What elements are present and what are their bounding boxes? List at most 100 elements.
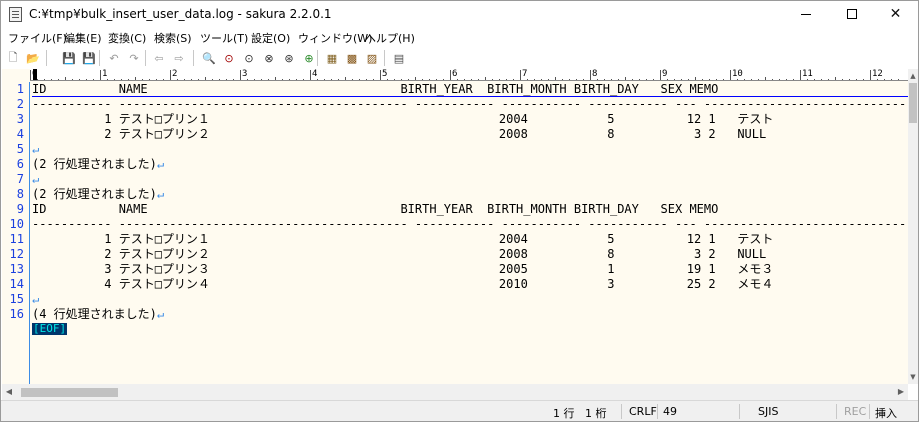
scroll-left-icon[interactable]: ◀: [2, 384, 16, 400]
save-icon[interactable]: 💾: [61, 50, 77, 66]
ruler-tick: [513, 69, 520, 80]
scroll-right-icon[interactable]: ▶: [894, 384, 908, 400]
text-line[interactable]: ↵: [32, 292, 39, 307]
text-area[interactable]: ID NAME BIRTH_YEAR BIRTH_MONTH BIRTH_DAY…: [32, 82, 908, 384]
line-text: (4 行処理されました): [32, 307, 157, 321]
status-insert-mode[interactable]: 挿入: [875, 405, 897, 421]
text-line[interactable]: 3 テスト□プリン３ 2005 1 19 1 メモ３: [32, 262, 773, 277]
close-button[interactable]: ✕: [873, 1, 918, 28]
maximize-button[interactable]: [829, 1, 874, 28]
replace-icon[interactable]: ⊗: [261, 50, 277, 66]
ruler-tick: [583, 69, 590, 80]
scroll-down-icon[interactable]: ▼: [908, 370, 918, 384]
line-number[interactable]: 5: [2, 142, 24, 157]
search-next-icon[interactable]: ⊙: [221, 50, 237, 66]
menu-settings[interactable]: 設定(O): [251, 30, 290, 46]
line-number[interactable]: 13: [2, 262, 24, 277]
text-line[interactable]: (4 行処理されました)↵: [32, 307, 164, 322]
line-number[interactable]: 4: [2, 127, 24, 142]
menu-convert[interactable]: 変換(C): [108, 30, 146, 46]
vertical-scroll-thumb[interactable]: [909, 83, 917, 123]
ruler-tick: [863, 69, 870, 80]
search-prev-icon[interactable]: ⊙: [241, 50, 257, 66]
find-in-files-icon[interactable]: ⊛: [281, 50, 297, 66]
text-line[interactable]: ID NAME BIRTH_YEAR BIRTH_MONTH BIRTH_DAY…: [32, 202, 718, 217]
vertical-scrollbar[interactable]: ▲ ▼: [908, 69, 918, 384]
text-line[interactable]: 2 テスト□プリン２ 2008 8 3 2 NULL: [32, 247, 766, 262]
text-line[interactable]: 1 テスト□プリン１ 2004 5 12 1 テスト: [32, 232, 773, 247]
line-number[interactable]: 1: [2, 82, 24, 97]
text-line[interactable]: ----------- ----------------------------…: [32, 217, 908, 232]
line-number[interactable]: 3: [2, 112, 24, 127]
ruler-tick: [429, 69, 436, 80]
status-separator: [657, 404, 658, 419]
status-encoding[interactable]: SJIS: [758, 405, 778, 418]
text-line[interactable]: (2 行処理されました)↵: [32, 157, 164, 172]
ruler-tick: [485, 69, 492, 80]
grep-icon[interactable]: ▩: [344, 50, 360, 66]
save-all-icon[interactable]: 💾: [81, 50, 97, 66]
text-editor[interactable]: 0123456789101112 12345678910111213141516…: [2, 69, 908, 384]
ruler-tick: [793, 69, 800, 80]
status-column[interactable]: 1 桁: [585, 405, 607, 421]
text-line[interactable]: ID NAME BIRTH_YEAR BIRTH_MONTH BIRTH_DAY…: [32, 82, 718, 97]
back-icon[interactable]: ⇦: [151, 50, 167, 66]
text-line[interactable]: (2 行処理されました)↵: [32, 187, 164, 202]
search-icon[interactable]: 🔍: [201, 50, 217, 66]
line-number[interactable]: 14: [2, 277, 24, 292]
menu-edit[interactable]: 編集(E): [64, 30, 102, 46]
minimize-button[interactable]: [783, 1, 828, 28]
line-number[interactable]: 16: [2, 307, 24, 322]
line-number[interactable]: 11: [2, 232, 24, 247]
ruler-tick: [576, 69, 583, 80]
settings-icon[interactable]: ▤: [391, 50, 407, 66]
ruler-tick: 1: [100, 69, 107, 80]
menu-help[interactable]: ヘルプ(H): [365, 30, 415, 46]
horizontal-scrollbar[interactable]: ◀ ▶: [2, 384, 908, 400]
line-number[interactable]: 7: [2, 172, 24, 187]
scroll-up-icon[interactable]: ▲: [908, 69, 918, 83]
line-number[interactable]: 15: [2, 292, 24, 307]
text-line[interactable]: ↵: [32, 172, 39, 187]
text-line[interactable]: 1 テスト□プリン１ 2004 5 12 1 テスト: [32, 112, 773, 127]
line-number[interactable]: 12: [2, 247, 24, 262]
status-rec[interactable]: REC: [844, 405, 866, 418]
ruler-tick: [142, 69, 149, 80]
text-line[interactable]: ----------- ----------------------------…: [32, 97, 908, 112]
horizontal-scroll-thumb[interactable]: [21, 388, 118, 397]
line-number[interactable]: 10: [2, 217, 24, 232]
redo-icon[interactable]: ↷: [126, 50, 142, 66]
grep-replace-icon[interactable]: ▨: [364, 50, 380, 66]
status-newline[interactable]: CRLF: [629, 405, 657, 418]
ruler-tick: [324, 69, 331, 80]
text-line[interactable]: 2 テスト□プリン２ 2008 8 3 2 NULL: [32, 127, 766, 142]
new-file-icon[interactable]: 🗋: [5, 50, 21, 66]
line-number[interactable]: 8: [2, 187, 24, 202]
text-line[interactable]: ↵: [32, 142, 39, 157]
menu-tools[interactable]: ツール(T): [200, 30, 248, 46]
app-icon[interactable]: [9, 7, 22, 22]
menu-file[interactable]: ファイル(F): [8, 30, 67, 46]
status-line[interactable]: 1 行: [553, 405, 575, 421]
line-number[interactable]: 6: [2, 157, 24, 172]
undo-icon[interactable]: ↶: [106, 50, 122, 66]
outline-icon[interactable]: ⊕: [301, 50, 317, 66]
line-number[interactable]: 2: [2, 97, 24, 112]
window-title: C:¥tmp¥bulk_insert_user_data.log - sakur…: [29, 7, 332, 21]
ruler-tick: [632, 69, 639, 80]
ruler-tick: [261, 69, 268, 80]
menu-search[interactable]: 検索(S): [154, 30, 192, 46]
compare-icon[interactable]: ▦: [324, 50, 340, 66]
text-line[interactable]: 4 テスト□プリン４ 2010 3 25 2 メモ４: [32, 277, 773, 292]
ruler-tick: [93, 69, 100, 80]
ruler-tick: [681, 69, 688, 80]
ruler-tick: [331, 69, 338, 80]
forward-icon[interactable]: ⇨: [171, 50, 187, 66]
line-number[interactable]: 9: [2, 202, 24, 217]
open-file-icon[interactable]: 📂: [25, 50, 41, 66]
ruler-tick: [149, 69, 156, 80]
menu-window[interactable]: ウィンドウ(W): [298, 30, 372, 46]
ruler-tick: [408, 69, 415, 80]
title-bar[interactable]: C:¥tmp¥bulk_insert_user_data.log - sakur…: [1, 1, 918, 28]
ruler-tick: [37, 69, 44, 80]
